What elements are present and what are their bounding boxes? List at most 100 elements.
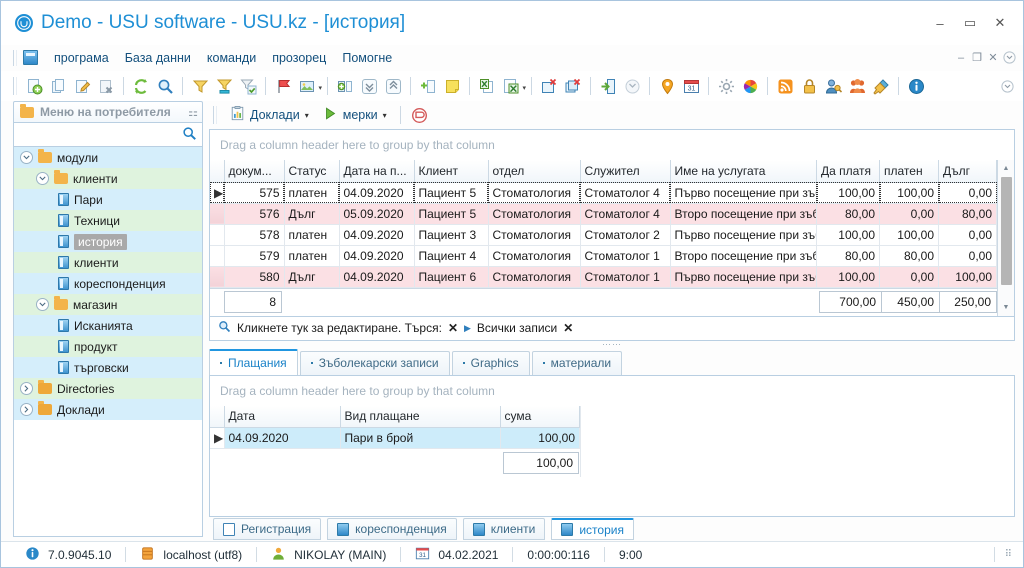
tab-плащания[interactable]: Плащания [209,348,298,375]
cell-paid[interactable]: 80,00 [879,245,939,267]
cell-debt[interactable]: 100,00 [938,266,997,288]
cell-doc[interactable]: 578 [224,224,285,246]
menu-drag-grip[interactable] [13,49,17,66]
table-row[interactable]: ▶ 04.09.2020 Пари в брой 100,00 [210,427,580,449]
cell-doc[interactable]: 580 [224,266,285,288]
expand-icon[interactable] [20,403,33,416]
cell-dept[interactable]: Стоматология [488,182,581,204]
row-indicator[interactable] [210,203,225,225]
lock-icon[interactable] [798,75,820,97]
group-panel[interactable]: Drag a column header here to group by th… [210,130,1014,160]
new-record-icon[interactable] [23,75,45,97]
cell-date[interactable]: 04.09.2020 [339,182,415,204]
column-header-status[interactable]: Статус [284,160,340,183]
cell-doc[interactable]: 579 [224,245,285,267]
cell-debt[interactable]: 0,00 [938,245,997,267]
theme-icon[interactable] [739,75,761,97]
cell-service[interactable]: Първо посещение при зъболекар [670,182,817,204]
minimize-window-icon[interactable] [621,75,643,97]
column-header-paid[interactable]: платен [879,160,939,183]
window-maximize-button[interactable]: ▭ [955,10,985,36]
scrollbar-thumb[interactable] [1000,177,1012,285]
calendar-icon[interactable]: 31 [680,75,702,97]
filter-builder-icon[interactable] [213,75,235,97]
cell-paid[interactable]: 100,00 [879,224,939,246]
cell-employee[interactable]: Стоматолог 1 [580,245,671,267]
cell-date[interactable]: 04.09.2020 [339,224,415,246]
tree-item-directories[interactable]: Directories [14,378,202,399]
new-window-icon[interactable] [538,75,560,97]
filter-preset-label[interactable]: Всички записи [477,321,557,335]
expand-collapse-icon[interactable] [20,151,33,164]
cell-client[interactable]: Пациент 3 [414,224,489,246]
column-header-kind[interactable]: Вид плащане [340,405,501,428]
tree-item-доклади[interactable]: Доклади [14,399,202,420]
tab-зъболекарски-записи[interactable]: Зъболекарски записи [299,350,450,375]
filter-apply-icon[interactable] [237,75,259,97]
cell-employee[interactable]: Стоматолог 2 [580,224,671,246]
cell-status[interactable]: платен [284,182,340,204]
scroll-down-icon[interactable]: ▼ [998,300,1015,316]
cell-date[interactable]: 04.09.2020 [339,245,415,267]
column-header-dept[interactable]: отдел [488,160,581,183]
column-header-debt[interactable]: Дълг [938,160,997,183]
tree-item-кореспонденция[interactable]: кореспонденция [14,273,202,294]
tree-item-търговски[interactable]: търговски [14,357,202,378]
tree-item-техници[interactable]: Техници [14,210,202,231]
cancel-icon[interactable] [409,104,431,126]
cell-service[interactable]: Първо посещение при зъболекар [670,224,817,246]
cell-status[interactable]: Дълг [284,203,340,225]
tab-graphics[interactable]: Graphics [451,350,530,375]
cell-client[interactable]: Пациент 4 [414,245,489,267]
toolbar-drag-grip[interactable] [13,77,17,95]
main-grid-vertical-scrollbar[interactable]: ▲ ▼ [997,160,1014,316]
tree-item-модули[interactable]: модули [14,147,202,168]
table-row[interactable]: 580 Дълг 04.09.2020 Пациент 6 Стоматология Ст… [210,266,997,288]
cell-service[interactable]: Второ посещение при зъболекар [670,245,817,267]
table-row[interactable]: 578 платен 04.09.2020 Пациент 3 Стоматология… [210,224,997,246]
scroll-up-icon[interactable]: ▲ [998,160,1015,176]
collapse-all-icon[interactable] [358,75,380,97]
detail-group-panel[interactable]: Drag a column header here to group by th… [210,375,1014,406]
image-icon[interactable]: ▾ [296,75,322,97]
column-header-amount[interactable]: сума [500,405,580,428]
row-indicator[interactable] [210,266,225,288]
close-window-icon[interactable] [562,75,584,97]
tree-item-исканията[interactable]: Исканията [14,315,202,336]
cell-topay[interactable]: 100,00 [816,266,880,288]
mdi-expand-icon[interactable] [1001,50,1017,66]
cell-date[interactable]: 05.09.2020 [339,203,415,225]
flag-icon[interactable] [272,75,294,97]
resize-grip-icon[interactable]: ⠿ [1005,549,1013,560]
menu-item-database[interactable]: База данни [117,48,199,68]
cell-dept[interactable]: Стоматология [488,245,581,267]
toolbar-overflow-icon[interactable] [999,78,1015,94]
tree-item-пари[interactable]: Пари [14,189,202,210]
window-tab-история[interactable]: история [551,518,634,540]
expand-icon[interactable] [20,382,33,395]
chevron-down-icon[interactable]: ▾ [318,84,322,92]
sidebar-tree[interactable]: модули клиенти Пари Техници история клиенти ко… [13,147,203,537]
menu-item-window[interactable]: прозорец [264,48,334,68]
sidebar-search-input[interactable] [14,126,182,143]
horizontal-splitter[interactable]: ⋯⋯ [209,339,1015,349]
menu-item-programa[interactable]: програма [46,48,117,68]
import-excel-icon[interactable]: ▾ [500,75,526,97]
cell-dept[interactable]: Стоматология [488,266,581,288]
tree-item-история[interactable]: история [14,231,202,252]
tree-item-магазин[interactable]: магазин [14,294,202,315]
filter-edit-hint[interactable]: Кликнете тук за редактиране. Търся: [237,321,442,335]
tab-материали[interactable]: материали [531,350,623,375]
window-tab-регистрация[interactable]: Регистрация [213,518,322,540]
menu-item-help[interactable]: Помогне [334,48,400,68]
mdi-restore-button[interactable]: ❐ [969,50,985,66]
window-close-button[interactable]: ✕ [985,10,1015,36]
tree-item-продукт[interactable]: продукт [14,336,202,357]
rss-icon[interactable] [774,75,796,97]
cell-amount[interactable]: 100,00 [500,427,580,449]
cell-debt[interactable]: 0,00 [938,224,997,246]
reports-button[interactable]: Доклади ▾ [224,104,315,126]
cell-paid[interactable]: 0,00 [879,203,939,225]
chevron-down-icon[interactable]: ▾ [305,111,309,120]
chevron-down-icon[interactable]: ▾ [383,111,387,120]
